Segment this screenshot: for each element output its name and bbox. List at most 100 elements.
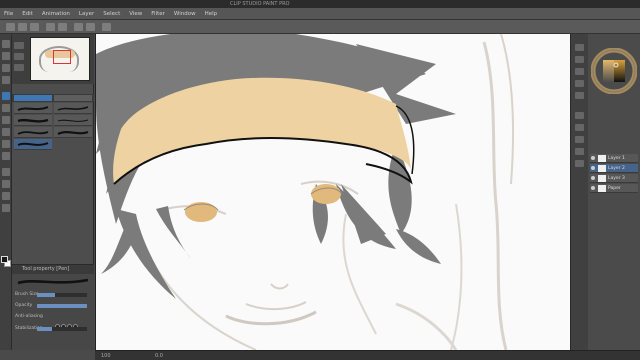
menu-animation[interactable]: Animation <box>42 11 70 17</box>
color-swatches[interactable] <box>1 256 11 268</box>
subtool-item[interactable] <box>54 127 92 138</box>
stabilization-fill <box>37 327 52 331</box>
opacity-fill <box>37 304 87 308</box>
stabilization-slider[interactable] <box>37 327 87 331</box>
new-layer-icon[interactable] <box>575 124 584 131</box>
menu-bar: File Edit Animation Layer Select View Fi… <box>0 8 640 20</box>
app-window: CLIP STUDIO PAINT PRO File Edit Animatio… <box>0 0 640 360</box>
window-title: CLIP STUDIO PAINT PRO <box>230 1 290 7</box>
material-icon[interactable] <box>575 80 584 87</box>
layer-thumbnail <box>598 175 606 182</box>
pencil-tool-icon[interactable] <box>2 104 10 112</box>
select-tool-icon[interactable] <box>2 64 10 72</box>
brush-stroke-preview <box>17 278 89 285</box>
pen-tool-icon[interactable] <box>2 92 10 100</box>
airbrush-tool-icon[interactable] <box>2 128 10 136</box>
eye-icon[interactable] <box>591 166 595 170</box>
menu-layer[interactable]: Layer <box>79 11 94 17</box>
layer-thumbnail <box>598 165 606 172</box>
subtool-item[interactable] <box>14 127 52 138</box>
menu-filter[interactable]: Filter <box>151 11 165 17</box>
prop-brush-size[interactable]: Brush Size <box>15 291 91 299</box>
move-tool-icon[interactable] <box>2 52 10 60</box>
text-tool-icon[interactable] <box>2 204 10 212</box>
layer-row[interactable]: Paper <box>590 184 638 193</box>
rotate-icon[interactable] <box>14 64 24 71</box>
transform-icon[interactable] <box>86 23 95 31</box>
layer-thumbnail <box>598 185 606 192</box>
tool-property-header: Tool property [Pen] <box>12 265 94 274</box>
view-frame[interactable] <box>53 50 71 64</box>
eyedropper-tool-icon[interactable] <box>2 76 10 84</box>
redo-icon[interactable] <box>58 23 67 31</box>
subtool-item[interactable] <box>54 115 92 126</box>
subtool-tabs <box>12 94 94 102</box>
layer-row[interactable]: Layer 3 <box>590 174 638 183</box>
undo-icon[interactable] <box>46 23 55 31</box>
zoom-in-icon[interactable] <box>14 42 24 49</box>
tool-palette <box>0 34 12 350</box>
subtool-list <box>12 103 94 183</box>
palette-icon[interactable] <box>575 44 584 51</box>
merge-icon[interactable] <box>575 160 584 167</box>
tool-property-panel: Tool property [Pen] Brush Size Opacity A… <box>12 264 94 350</box>
save-icon[interactable] <box>30 23 39 31</box>
subtool-item[interactable] <box>54 103 92 114</box>
foreground-color-swatch[interactable] <box>1 256 8 263</box>
eye-icon[interactable] <box>591 156 595 160</box>
tab-pen[interactable] <box>14 95 52 101</box>
subtool-item[interactable] <box>14 103 52 114</box>
brush-size-slider[interactable] <box>37 293 87 297</box>
angle-readout[interactable]: 0.0 <box>155 352 163 360</box>
menu-edit[interactable]: Edit <box>22 11 33 17</box>
layer-property-icon[interactable] <box>575 112 584 119</box>
search-icon[interactable] <box>575 92 584 99</box>
menu-select[interactable]: Select <box>103 11 120 17</box>
zoom-readout[interactable]: 100 <box>101 352 111 360</box>
blend-tool-icon[interactable] <box>2 152 10 160</box>
menu-view[interactable]: View <box>129 11 142 17</box>
delete-icon[interactable] <box>575 148 584 155</box>
prop-opacity[interactable]: Opacity <box>15 302 91 310</box>
left-panel: Tool property [Pen] Brush Size Opacity A… <box>12 34 94 350</box>
zoom-tool-icon[interactable] <box>2 40 10 48</box>
deselect-icon[interactable] <box>102 23 111 31</box>
layer-thumbnail <box>598 155 606 162</box>
navigator-icons <box>14 42 26 75</box>
eraser-tool-icon[interactable] <box>2 140 10 148</box>
gradient-tool-icon[interactable] <box>2 180 10 188</box>
drawing-canvas[interactable] <box>95 34 570 350</box>
navigator-thumbnail[interactable] <box>30 37 90 81</box>
menu-help[interactable]: Help <box>205 11 218 17</box>
history-icon[interactable] <box>575 68 584 75</box>
tab-marker[interactable] <box>54 95 92 101</box>
fill-tool-icon[interactable] <box>2 168 10 176</box>
eye-icon[interactable] <box>591 186 595 190</box>
title-bar: CLIP STUDIO PAINT PRO <box>0 0 640 8</box>
layer-row-selected[interactable]: Layer 2 <box>590 164 638 173</box>
eye-icon[interactable] <box>591 176 595 180</box>
subtool-item[interactable] <box>14 115 52 126</box>
command-bar <box>0 20 640 34</box>
open-icon[interactable] <box>18 23 27 31</box>
opacity-slider[interactable] <box>37 304 87 308</box>
subtool-item-selected[interactable] <box>14 139 52 150</box>
menu-file[interactable]: File <box>4 11 13 17</box>
new-icon[interactable] <box>6 23 15 31</box>
right-icon-strip <box>570 34 588 350</box>
brush-tool-icon[interactable] <box>2 116 10 124</box>
right-panel: Layer 1 Layer 2 Layer 3 Paper <box>588 34 640 350</box>
prop-anti-aliasing[interactable]: Anti-aliasing <box>15 313 91 329</box>
layer-row[interactable]: Layer 1 <box>590 154 638 163</box>
clear-icon[interactable] <box>74 23 83 31</box>
navigator-panel <box>12 34 94 84</box>
folder-icon[interactable] <box>575 136 584 143</box>
color-wheel[interactable] <box>591 48 637 94</box>
prop-stabilization[interactable]: Stabilization <box>15 325 91 333</box>
status-bar: 100 0.0 <box>95 350 640 360</box>
menu-window[interactable]: Window <box>174 11 196 17</box>
zoom-out-icon[interactable] <box>14 53 24 60</box>
artwork <box>96 34 515 350</box>
figure-tool-icon[interactable] <box>2 192 10 200</box>
color-set-icon[interactable] <box>575 56 584 63</box>
